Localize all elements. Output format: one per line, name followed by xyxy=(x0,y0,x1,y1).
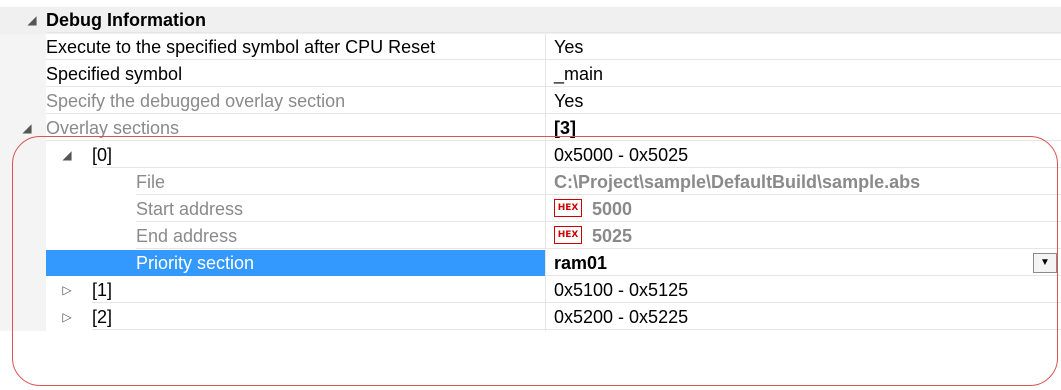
expand-arrow-icon[interactable]: ▷ xyxy=(58,304,76,331)
property-row-specified-symbol[interactable]: Specified symbol _main xyxy=(0,61,1061,88)
property-row-end-address[interactable]: End address HEX 5025 xyxy=(0,223,1061,250)
row-gutter xyxy=(0,169,46,196)
collapse-arrow-icon[interactable]: ◢ xyxy=(58,142,76,169)
entry-range-value: 0x5100 - 0x5125 xyxy=(546,277,1061,303)
start-address-value: 5000 xyxy=(592,199,633,219)
property-value: HEX 5000 xyxy=(546,196,1061,222)
entry-label: [0] xyxy=(92,142,545,168)
row-gutter xyxy=(0,304,46,331)
overlay-entry-2[interactable]: ▷ [2] 0x5200 - 0x5225 xyxy=(0,304,1061,331)
property-value[interactable]: _main xyxy=(546,61,1061,87)
property-name: Specified symbol xyxy=(46,61,545,87)
entry-label: [1] xyxy=(92,277,545,303)
property-name: Priority section xyxy=(46,250,545,276)
property-row-start-address[interactable]: Start address HEX 5000 xyxy=(0,196,1061,223)
overlay-entry-0[interactable]: ◢ [0] 0x5000 - 0x5025 xyxy=(0,142,1061,169)
collapse-arrow-icon[interactable]: ◢ xyxy=(23,7,41,34)
property-row-overlay-sections[interactable]: ◢ Overlay sections [3] xyxy=(0,115,1061,142)
row-gutter xyxy=(0,88,46,115)
property-name: Specify the debugged overlay section xyxy=(46,88,545,114)
priority-section-select[interactable]: ram01 xyxy=(546,250,1061,276)
property-name: Overlay sections xyxy=(46,115,545,141)
overlay-entry-1[interactable]: ▷ [1] 0x5100 - 0x5125 xyxy=(0,277,1061,304)
end-address-value: 5025 xyxy=(592,226,633,246)
entry-range-value: 0x5200 - 0x5225 xyxy=(546,304,1061,330)
entry-label: [2] xyxy=(92,304,545,330)
property-row-file[interactable]: File C:\Project\sample\DefaultBuild\samp… xyxy=(0,169,1061,196)
property-name: End address xyxy=(136,223,545,249)
row-gutter xyxy=(0,61,46,88)
row-gutter xyxy=(0,196,46,223)
property-value: HEX 5025 xyxy=(546,223,1061,249)
property-grid: ◢ Debug Information Execute to the speci… xyxy=(0,0,1061,390)
property-name: Start address xyxy=(136,196,545,222)
row-gutter xyxy=(0,142,46,169)
property-value[interactable]: Yes xyxy=(546,88,1061,114)
row-gutter xyxy=(0,223,46,250)
category-debug-information[interactable]: ◢ Debug Information xyxy=(0,7,1061,34)
property-name: File xyxy=(136,169,545,195)
row-gutter xyxy=(0,250,46,277)
property-row-priority-section[interactable]: Priority section ram01 ▼ xyxy=(0,250,1061,277)
chevron-down-icon[interactable]: ▼ xyxy=(1033,253,1057,273)
property-row-execute-to-symbol[interactable]: Execute to the specified symbol after CP… xyxy=(0,34,1061,61)
category-label: Debug Information xyxy=(46,7,1061,33)
collapse-arrow-icon[interactable]: ◢ xyxy=(18,115,36,142)
row-gutter xyxy=(0,277,46,304)
property-row-specify-overlay-section[interactable]: Specify the debugged overlay section Yes xyxy=(0,88,1061,115)
property-value[interactable]: [3] xyxy=(546,115,1061,141)
entry-range-value: 0x5000 - 0x5025 xyxy=(546,142,1061,168)
hex-icon: HEX xyxy=(554,199,582,218)
expand-arrow-icon[interactable]: ▷ xyxy=(58,277,76,304)
row-gutter xyxy=(0,34,46,61)
hex-icon: HEX xyxy=(554,226,582,245)
property-value[interactable]: Yes xyxy=(546,34,1061,60)
property-name: Execute to the specified symbol after CP… xyxy=(46,34,545,60)
property-value: C:\Project\sample\DefaultBuild\sample.ab… xyxy=(546,169,1061,195)
